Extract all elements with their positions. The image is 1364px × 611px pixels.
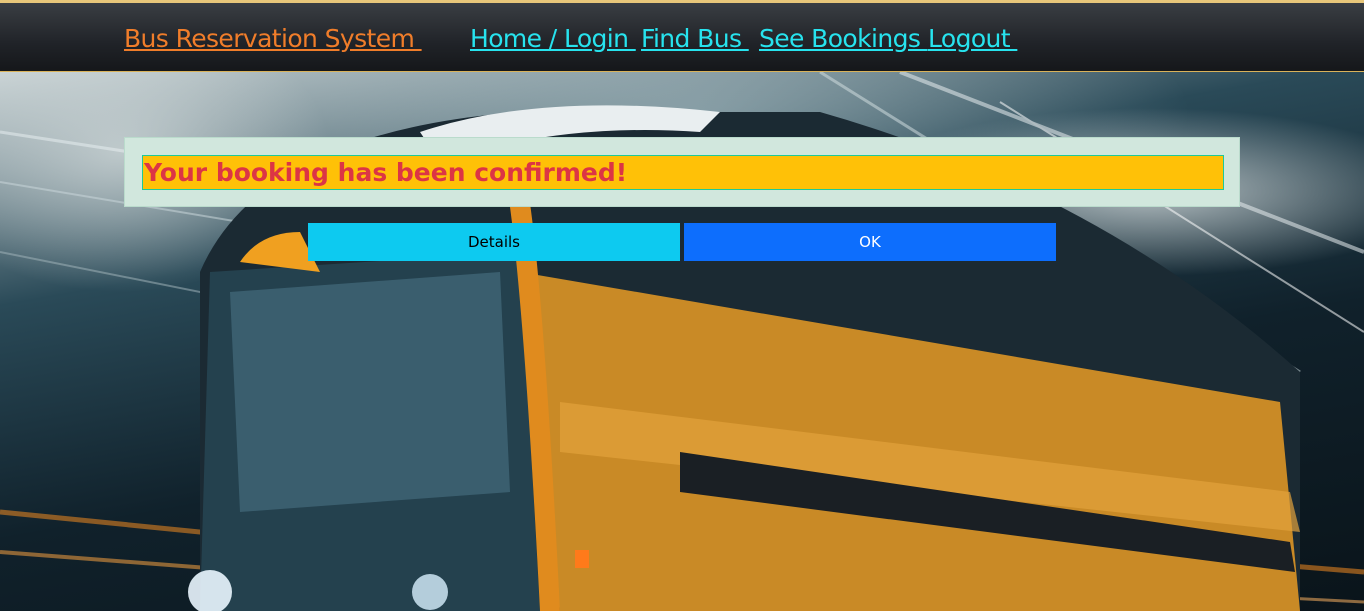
booking-confirmed-message: Your booking has been confirmed! (142, 155, 1224, 190)
nav-link-logout[interactable]: Logout (928, 24, 1017, 54)
booking-alert: Your booking has been confirmed! (124, 137, 1240, 207)
brand-link[interactable]: Bus Reservation System (124, 24, 422, 54)
nav-link-home-login[interactable]: Home / Login (470, 24, 636, 54)
ok-button[interactable]: OK (684, 223, 1056, 261)
navbar: Bus Reservation System Home / Login Find… (0, 0, 1364, 72)
details-button[interactable]: Details (308, 223, 680, 261)
nav-link-see-bookings[interactable]: See Bookings (759, 24, 928, 54)
nav-link-find-bus[interactable]: Find Bus (641, 24, 749, 54)
